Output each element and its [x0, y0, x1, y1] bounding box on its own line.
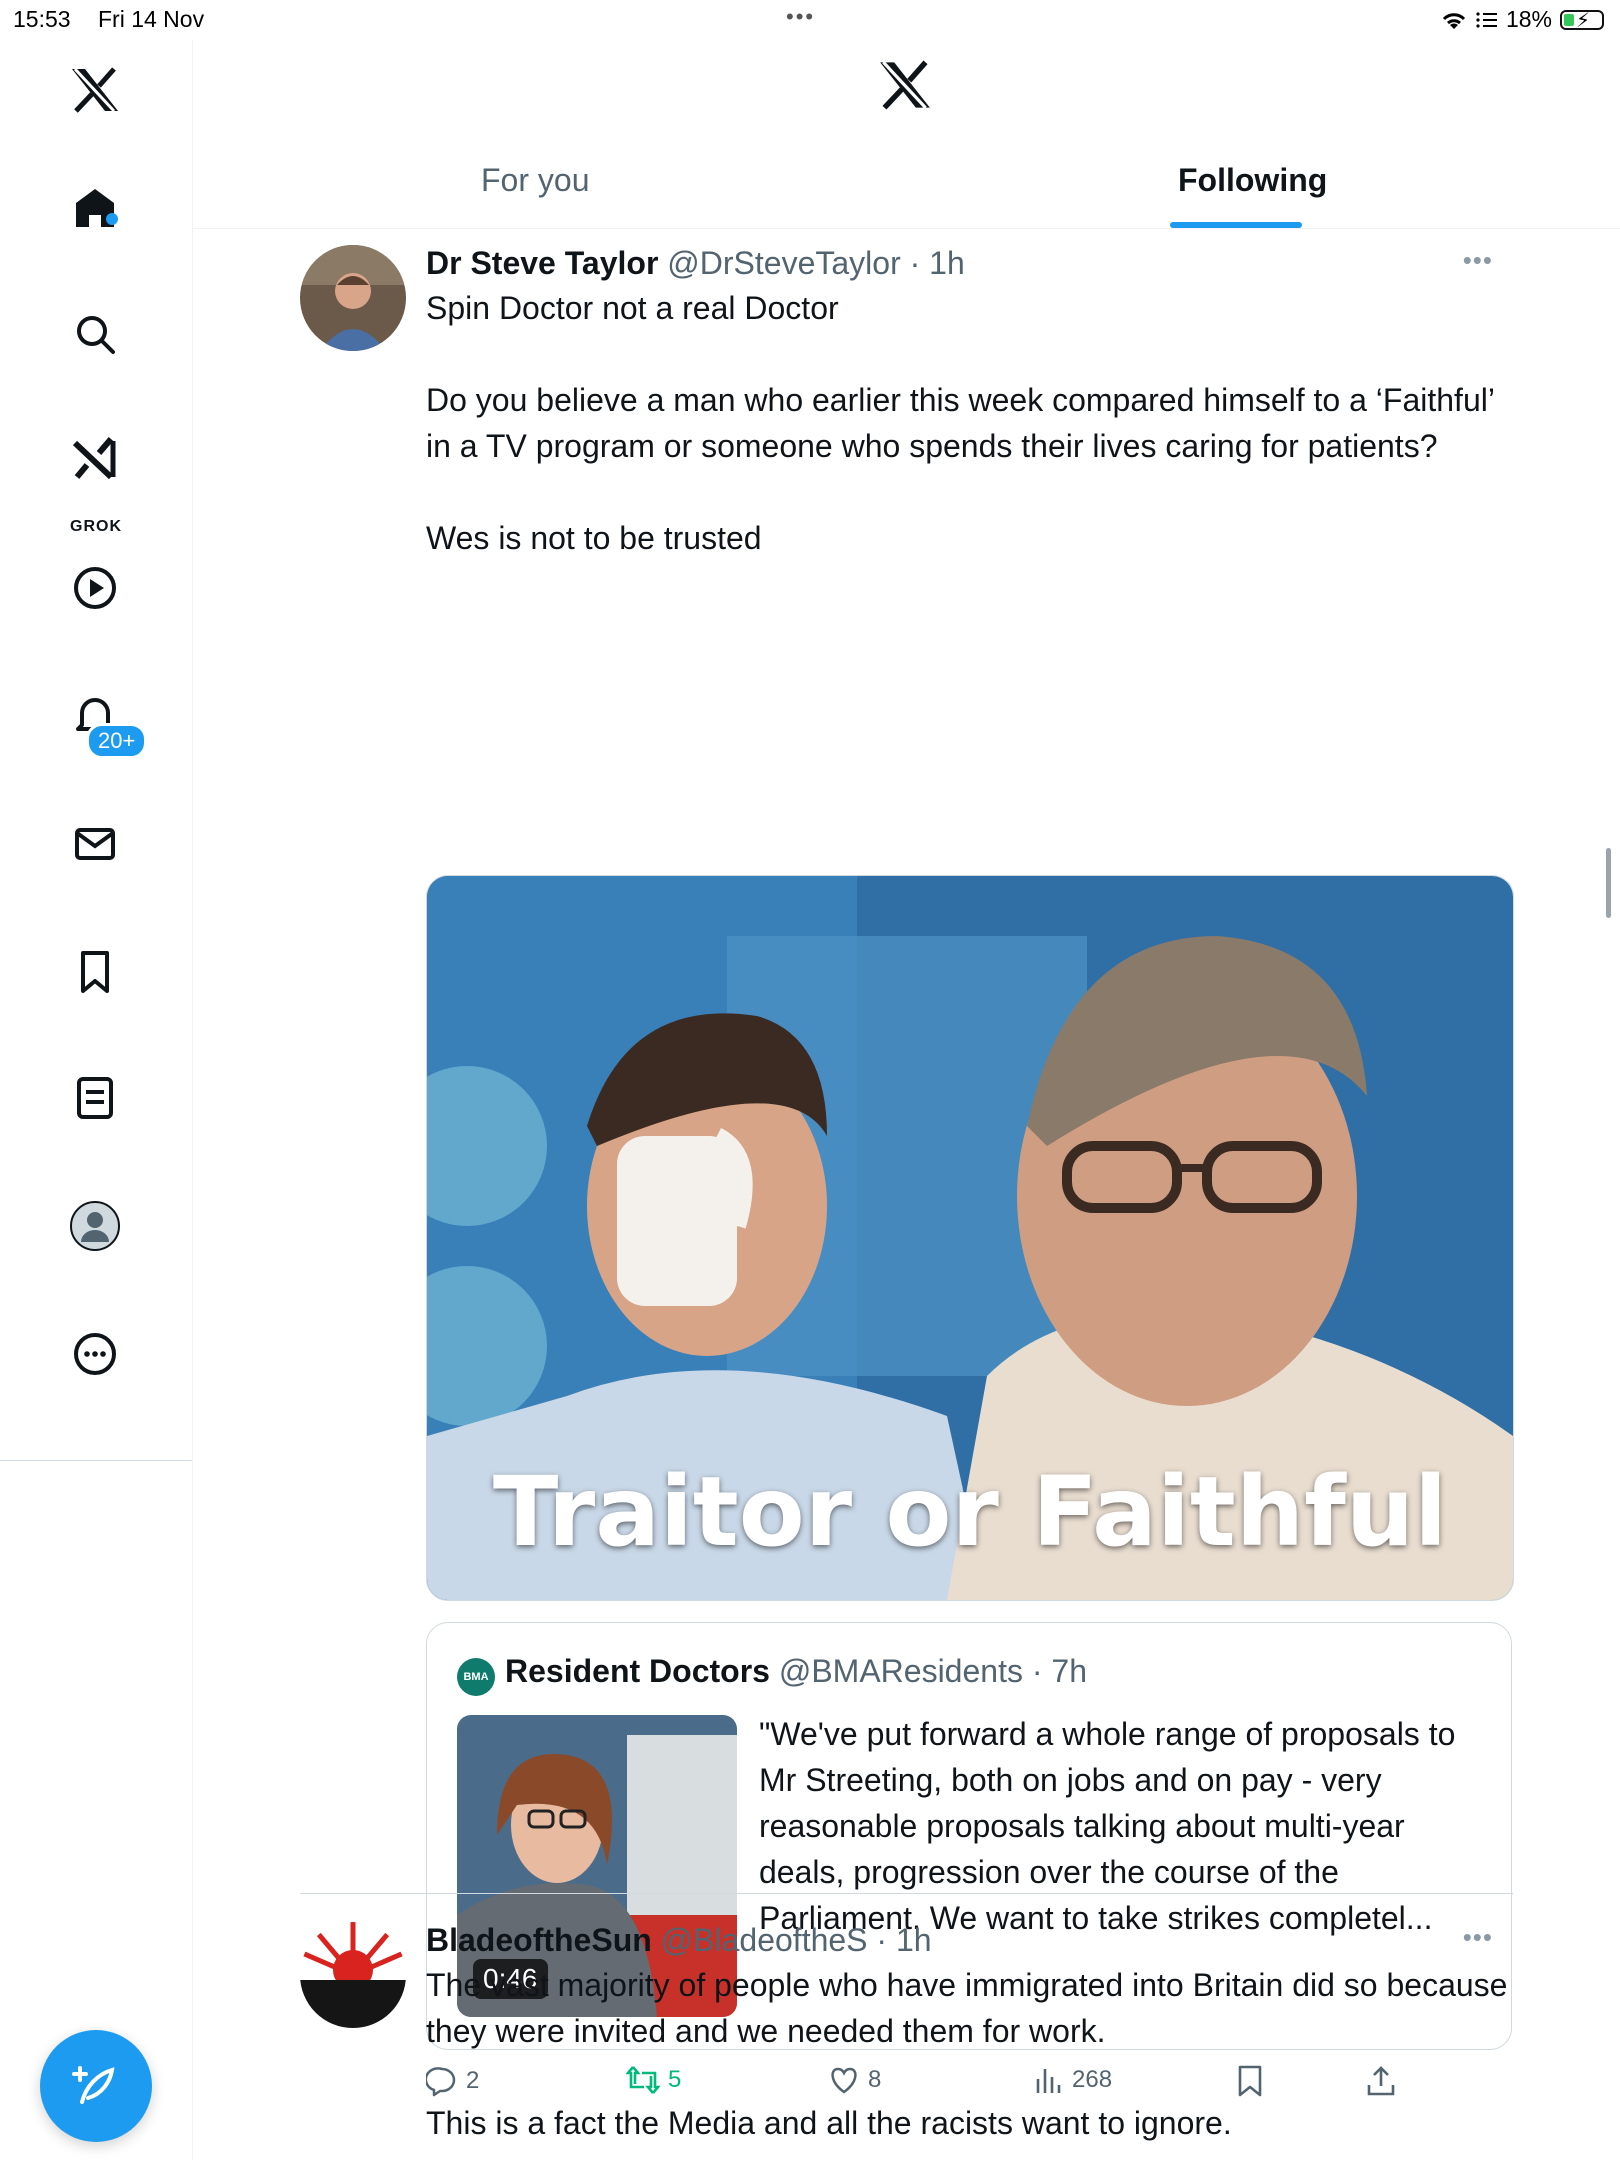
notifications-badge: 20+ [86, 723, 148, 759]
author-name[interactable]: BladeoftheSun [426, 1922, 652, 1958]
profile-avatar-icon[interactable] [67, 1198, 123, 1254]
tweet-text: Spin Doctor not a real Doctor Do you bel… [426, 290, 1494, 556]
quoted-tweet-header: Resident Doctors @BMAResidents · 7h [505, 1653, 1087, 1690]
tweet-image[interactable]: Traitor or Faithful [426, 875, 1514, 1601]
tab-for-you[interactable]: For you [481, 162, 589, 199]
quoted-author-handle-time[interactable]: @BMAResidents · 7h [779, 1653, 1087, 1689]
video-play-icon[interactable] [67, 560, 123, 616]
wifi-icon [1442, 12, 1466, 29]
avatar[interactable] [300, 245, 406, 351]
status-time: 15:53 [13, 6, 71, 32]
timeline-header: For you Following [193, 40, 1620, 229]
tweet-header: BladeoftheSun @BladeoftheS · 1h [426, 1922, 932, 1959]
tweet-header: Dr Steve Taylor @DrSteveTaylor · 1h [426, 245, 965, 282]
sidebar-divider [0, 1460, 192, 1461]
tab-following[interactable]: Following [1178, 162, 1327, 199]
battery-icon: ⚡ [1560, 9, 1604, 32]
active-tab-indicator [1170, 222, 1302, 228]
bma-logo-avatar[interactable]: BMA [457, 1658, 495, 1696]
more-options-icon[interactable]: ••• [1463, 1922, 1493, 1953]
tweet[interactable]: Dr Steve Taylor @DrSteveTaylor · 1h ••• … [300, 245, 1514, 2097]
grok-label: GROK [70, 518, 122, 535]
x-logo-icon [878, 60, 932, 115]
battery-percent: 18% [1505, 6, 1552, 32]
tweet[interactable]: BladeoftheSun @BladeoftheS · 1h ••• The … [300, 1922, 1513, 2160]
sidebar: GROK 20+ [0, 40, 193, 2160]
avatar[interactable] [300, 1922, 406, 2028]
list-icon [1476, 11, 1497, 28]
author-name[interactable]: Dr Steve Taylor [426, 245, 658, 281]
tweet-divider [300, 1893, 1513, 1894]
status-bar: 15:53 Fri 14 Nov ••• 18% ⚡ [0, 0, 1620, 40]
bookmarks-icon[interactable] [67, 944, 123, 1000]
more-options-icon[interactable] [67, 1326, 123, 1382]
status-date: Fri 14 Nov [98, 6, 205, 32]
more-options-icon[interactable]: ••• [1463, 245, 1493, 276]
scroll-indicator[interactable] [1606, 848, 1611, 918]
search-icon[interactable] [67, 306, 123, 362]
home-notification-dot [106, 213, 118, 225]
quoted-author-name[interactable]: Resident Doctors [505, 1653, 770, 1689]
lists-icon[interactable] [67, 1070, 123, 1126]
messages-icon[interactable] [67, 816, 123, 872]
author-handle-time[interactable]: @DrSteveTaylor · 1h [667, 245, 964, 281]
compose-post-button[interactable] [40, 2030, 152, 2142]
x-logo-icon[interactable] [67, 62, 123, 118]
quoted-tweet-text: "We've put forward a whole range of prop… [759, 1716, 1456, 1936]
image-caption: Traitor or Faithful [492, 1456, 1448, 1568]
author-handle-time[interactable]: @BladeoftheS · 1h [661, 1922, 932, 1958]
tweet-text: The vast majority of people who have imm… [426, 1967, 1508, 2141]
multitasking-dots-icon[interactable]: ••• [786, 4, 815, 30]
grok-icon[interactable] [67, 430, 123, 486]
home-icon[interactable] [67, 180, 123, 236]
compose-feather-icon [72, 2066, 115, 2104]
